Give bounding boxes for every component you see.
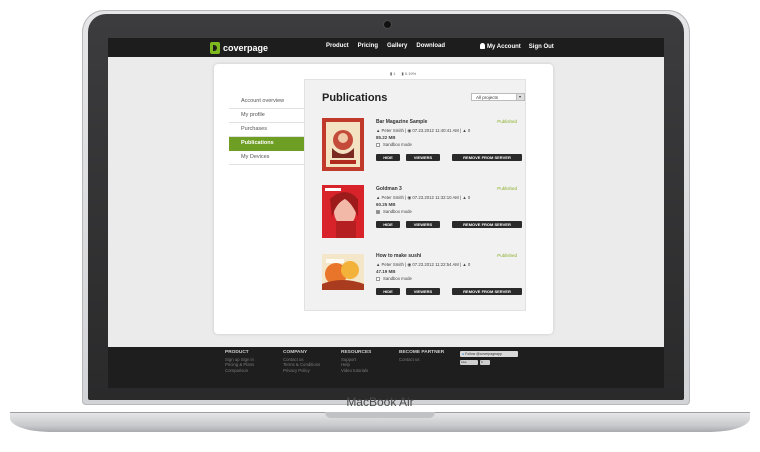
logo[interactable]: coverpage	[210, 41, 268, 54]
device-brand: MacBook Air	[346, 395, 414, 409]
publication-info: ▲ Peter Smith | ◉ 07.23.2012 11:32:10 AM…	[376, 195, 471, 200]
top-nav: coverpage Product Pricing Gallery Downlo…	[108, 38, 664, 57]
account-meta: ▮ 1 ▮ 0.19%	[390, 71, 416, 76]
account-sidebar: Account overview My profile Purchases Pu…	[229, 95, 313, 165]
sandbox-toggle[interactable]: Sandbox mode	[376, 142, 412, 147]
hide-button[interactable]: HIDE	[376, 154, 400, 161]
viewers-button[interactable]: VIEWERS	[406, 221, 440, 228]
sign-out-link[interactable]: Sign Out	[529, 44, 554, 50]
viewers-button[interactable]: VIEWERS	[406, 288, 440, 295]
footer-column-partner: BECOME PARTNER Contact us	[399, 350, 444, 362]
nav-gallery[interactable]: Gallery	[387, 43, 407, 49]
footer-heading: PRODUCT	[225, 350, 249, 355]
sandbox-label: Sandbox mode	[383, 209, 412, 214]
twitter-follow-button[interactable]: ● Follow @coverpageapp	[460, 351, 518, 357]
screen: coverpage Product Pricing Gallery Downlo…	[108, 38, 664, 388]
status-badge: Published	[497, 186, 517, 191]
hide-button[interactable]: HIDE	[376, 288, 400, 295]
publication-title: How to make sushi	[376, 253, 422, 259]
my-account-label: My Account	[487, 44, 521, 50]
like-count: 0	[480, 360, 490, 365]
sidebar-item-account-overview[interactable]: Account overview	[229, 95, 307, 109]
storage-usage: ▮ 0.19%	[401, 71, 417, 76]
hide-button[interactable]: HIDE	[376, 221, 400, 228]
footer: PRODUCT Sign up Sign in Pricing & Plans …	[108, 347, 664, 388]
publication-cover	[322, 254, 364, 290]
sidebar-item-purchases[interactable]: Purchases	[229, 123, 307, 137]
remove-from-server-button[interactable]: REMOVE FROM SERVER	[452, 154, 522, 161]
nav-pricing[interactable]: Pricing	[358, 43, 378, 49]
sandbox-checkbox[interactable]	[376, 276, 380, 281]
sidebar-item-publications[interactable]: Publications	[229, 137, 313, 151]
footer-heading: BECOME PARTNER	[399, 350, 445, 355]
footer-link[interactable]: Privacy Policy	[283, 368, 320, 374]
publication-size: 60.25 MB	[376, 202, 396, 207]
publication-cover	[322, 185, 364, 238]
publication-cover	[322, 118, 364, 171]
sidebar-item-my-devices[interactable]: My Devices	[229, 151, 307, 165]
publication-info: ▲ Peter Smith | ◉ 07.23.2012 11:22:54 AM…	[376, 262, 471, 267]
footer-heading: RESOURCES	[341, 350, 372, 355]
page-title: Publications	[322, 92, 388, 104]
sidebar-item-my-profile[interactable]: My profile	[229, 109, 307, 123]
nav-download[interactable]: Download	[416, 43, 445, 49]
publication-item: How to make sushi Published ▲ Peter Smit…	[317, 252, 527, 317]
footer-link[interactable]: Contact us	[399, 357, 444, 363]
camera-icon	[384, 21, 391, 28]
status-badge: Published	[497, 253, 517, 258]
sandbox-toggle[interactable]: Sandbox mode	[376, 209, 412, 214]
footer-link[interactable]: Comparison	[225, 368, 254, 374]
publication-size: 85.22 MB	[376, 135, 396, 140]
publication-title: Goldman 3	[376, 186, 402, 192]
publication-item: Goldman 3 Published ▲ Peter Smith | ◉ 07…	[317, 185, 527, 250]
nav-account: My Account Sign Out	[480, 43, 554, 50]
remove-from-server-button[interactable]: REMOVE FROM SERVER	[452, 288, 522, 295]
publication-info: ▲ Peter Smith | ◉ 07.23.2012 11:40:41 AM…	[376, 128, 471, 133]
logo-text: coverpage	[223, 42, 269, 53]
sandbox-toggle[interactable]: Sandbox mode	[376, 276, 412, 281]
nav-product[interactable]: Product	[326, 43, 349, 49]
footer-heading: COMPANY	[283, 350, 308, 355]
laptop-notch	[325, 412, 435, 418]
chevron-down-icon	[516, 94, 524, 100]
user-icon	[480, 43, 485, 49]
publication-item: Bar Magazine Sample Published ▲ Peter Sm…	[317, 118, 527, 183]
publication-title: Bar Magazine Sample	[376, 119, 428, 125]
twitter-follow-label: Follow @coverpageapp	[465, 352, 502, 356]
remove-from-server-button[interactable]: REMOVE FROM SERVER	[452, 221, 522, 228]
footer-link[interactable]: Video tutorials	[341, 368, 371, 374]
twitter-icon: ●	[462, 352, 465, 356]
publication-actions: HIDE VIEWERS REMOVE FROM SERVER	[376, 221, 522, 228]
footer-link[interactable]: Pricing & Plans	[225, 362, 254, 368]
project-select[interactable]: All projects	[471, 93, 525, 101]
publication-actions: HIDE VIEWERS REMOVE FROM SERVER	[376, 154, 522, 161]
my-account-link[interactable]: My Account	[480, 43, 521, 50]
status-badge: Published	[497, 119, 517, 124]
coverpage-logo-icon	[210, 41, 220, 54]
viewers-button[interactable]: VIEWERS	[406, 154, 440, 161]
footer-column-product: PRODUCT Sign up Sign in Pricing & Plans …	[225, 350, 254, 373]
publication-count: ▮ 1	[390, 71, 396, 76]
footer-link[interactable]: Terms & Conditions	[283, 362, 320, 368]
publication-actions: HIDE VIEWERS REMOVE FROM SERVER	[376, 288, 522, 295]
publication-size: 47.19 MB	[376, 269, 396, 274]
footer-column-company: COMPANY Contact us Terms & Conditions Pr…	[283, 350, 320, 373]
sandbox-checkbox[interactable]	[376, 142, 380, 147]
nav-links: Product Pricing Gallery Download	[326, 43, 445, 49]
sandbox-label: Sandbox mode	[383, 276, 412, 281]
project-select-value: All projects	[476, 95, 499, 100]
footer-column-resources: RESOURCES Support Help Video tutorials	[341, 350, 371, 373]
sandbox-checkbox[interactable]	[376, 209, 380, 214]
like-button[interactable]: Like	[460, 360, 478, 365]
sandbox-label: Sandbox mode	[383, 142, 412, 147]
